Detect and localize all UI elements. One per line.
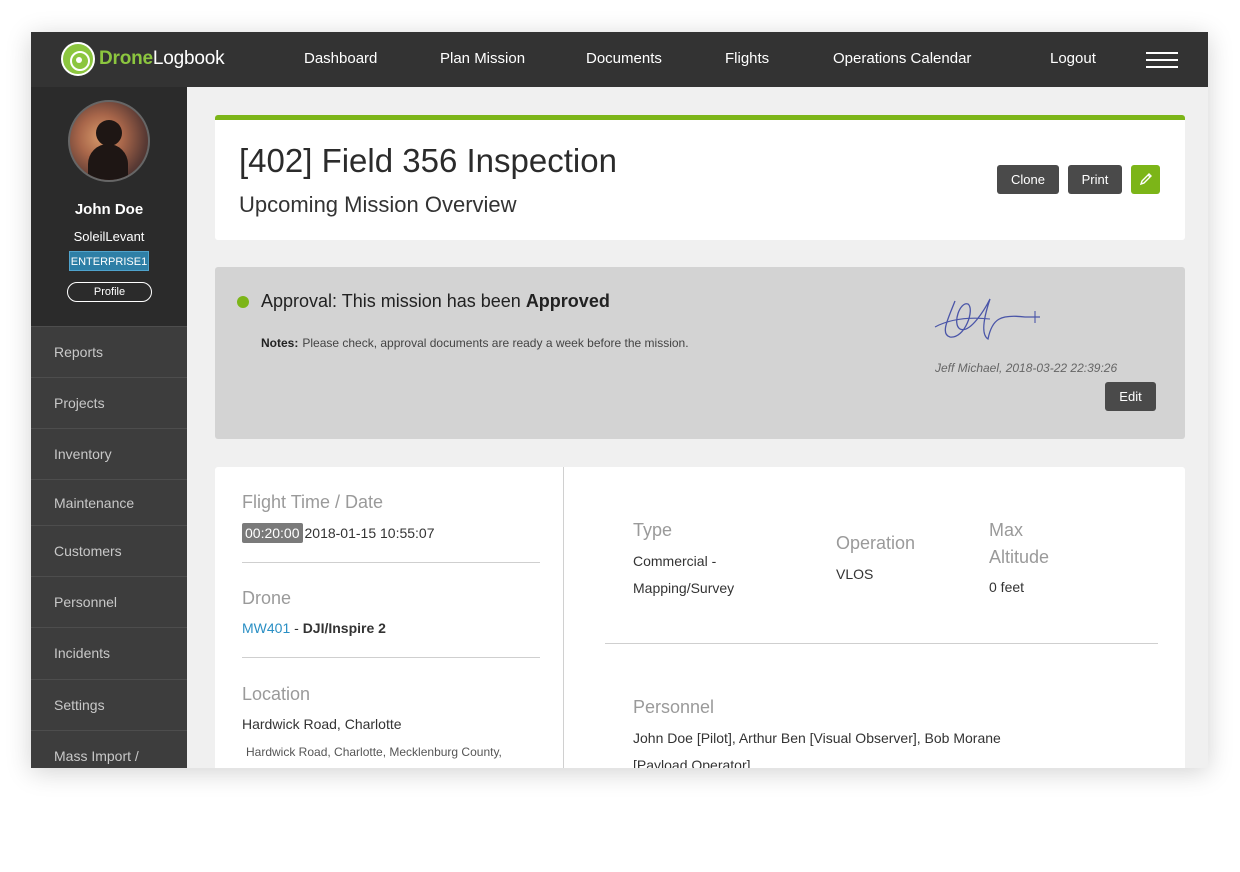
profile-button[interactable]: Profile xyxy=(67,282,152,302)
app-window: DroneLogbook Dashboard Plan Mission Docu… xyxy=(31,32,1208,768)
brand-name: DroneLogbook xyxy=(99,48,225,70)
sidebar-item-mass-import[interactable]: Mass Import / xyxy=(31,730,187,768)
sidebar-item-projects[interactable]: Projects xyxy=(31,377,187,428)
sidebar-item-customers[interactable]: Customers xyxy=(31,525,187,576)
personnel-label: Personnel xyxy=(633,697,715,717)
user-name: John Doe xyxy=(74,201,144,218)
sidebar-item-reports[interactable]: Reports xyxy=(31,326,187,377)
type-value-line2: Mapping/Survey xyxy=(633,580,735,596)
drone-value: MW401 - DJI/Inspire 2 xyxy=(242,615,386,642)
nav-dashboard[interactable]: Dashboard xyxy=(304,50,377,67)
brand-name-part1: Drone xyxy=(99,48,153,69)
divider xyxy=(605,643,1158,644)
location-value: Hardwick Road, Charlotte xyxy=(242,716,402,732)
sidebar-item-inventory[interactable]: Inventory xyxy=(31,428,187,479)
drone-id-link[interactable]: MW401 xyxy=(242,620,290,636)
location-label: Location xyxy=(242,684,311,704)
sidebar-item-settings[interactable]: Settings xyxy=(31,679,187,730)
sidebar: John Doe SoleilLevant ENTERPRISE1 Profil… xyxy=(31,87,187,768)
page-subtitle: Upcoming Mission Overview xyxy=(239,192,517,217)
clone-button[interactable]: Clone xyxy=(997,165,1059,194)
flight-datetime: 2018-01-15 10:55:07 xyxy=(304,525,435,541)
sidebar-item-personnel[interactable]: Personnel xyxy=(31,576,187,627)
brand-name-part2: Logbook xyxy=(152,48,225,69)
hamburger-bar xyxy=(1146,66,1178,68)
drone-label: Drone xyxy=(242,588,292,608)
divider xyxy=(242,562,540,563)
page-title: [402] Field 356 Inspection xyxy=(239,142,617,179)
divider xyxy=(242,657,540,658)
edit-approval-button[interactable]: Edit xyxy=(1105,382,1156,411)
approval-panel: Approval: This mission has been Approved… xyxy=(215,267,1185,439)
column-divider xyxy=(563,467,564,768)
pencil-icon xyxy=(1139,173,1152,186)
flight-time-label: Flight Time / Date xyxy=(242,492,384,512)
flight-time-value: 00:20:00 2018-01-15 10:55:07 xyxy=(242,520,435,547)
mission-header-card: [402] Field 356 Inspection Upcoming Miss… xyxy=(215,115,1185,240)
approval-status-value: Approved xyxy=(525,291,610,311)
hamburger-menu-icon[interactable] xyxy=(1146,52,1178,68)
avatar[interactable] xyxy=(68,100,150,182)
approver-signature-info: Jeff Michael, 2018-03-22 22:39:26 xyxy=(935,361,1118,375)
print-button[interactable]: Print xyxy=(1068,165,1122,194)
drone-separator: - xyxy=(290,620,303,636)
plan-badge: ENTERPRISE1 xyxy=(69,251,149,271)
notes-text: Please check, approval documents are rea… xyxy=(302,336,689,350)
top-navbar: DroneLogbook Dashboard Plan Mission Docu… xyxy=(31,32,1208,87)
max-altitude-label-line2: Altitude xyxy=(989,547,1050,567)
location-full-address: Hardwick Road, Charlotte, Mecklenburg Co… xyxy=(246,745,502,759)
approval-status: Approval: This mission has been Approved xyxy=(261,291,610,312)
type-value-line1: Commercial - xyxy=(633,553,717,569)
operation-value: VLOS xyxy=(836,566,874,582)
hamburger-bar xyxy=(1146,52,1178,54)
personnel-value-line1: John Doe [Pilot], Arthur Ben [Visual Obs… xyxy=(633,730,1001,746)
sidebar-item-incidents[interactable]: Incidents xyxy=(31,627,187,678)
operation-label: Operation xyxy=(836,533,916,553)
sidebar-item-maintenance[interactable]: Maintenance xyxy=(31,479,187,525)
nav-logout[interactable]: Logout xyxy=(1050,50,1096,67)
drone-model: DJI/Inspire 2 xyxy=(302,620,386,636)
edit-mission-button[interactable] xyxy=(1131,165,1160,194)
notes-label: Notes: xyxy=(261,336,299,350)
user-profile-panel: John Doe SoleilLevant ENTERPRISE1 Profil… xyxy=(31,87,187,326)
avatar-head xyxy=(96,120,122,146)
nav-documents[interactable]: Documents xyxy=(586,50,662,67)
max-altitude-label-line1: Max xyxy=(989,520,1024,540)
brand-logo[interactable]: DroneLogbook xyxy=(61,41,225,77)
personnel-value-line2: [Payload Operator] xyxy=(633,757,751,768)
nav-operations-calendar[interactable]: Operations Calendar xyxy=(833,50,971,67)
nav-plan-mission[interactable]: Plan Mission xyxy=(440,50,525,67)
approval-notes: Notes: Please check, approval documents a… xyxy=(261,336,689,350)
signature-image xyxy=(934,298,1040,341)
type-label: Type xyxy=(633,520,673,540)
hamburger-bar xyxy=(1146,59,1178,61)
avatar-body xyxy=(88,144,128,180)
flight-duration: 00:20:00 xyxy=(242,523,303,543)
mission-details-card: Flight Time / Date 00:20:00 2018-01-15 10… xyxy=(215,467,1185,768)
max-altitude-value: 0 feet xyxy=(989,579,1025,595)
user-handle: SoleilLevant xyxy=(73,229,145,244)
approved-status-dot-icon xyxy=(237,296,249,308)
approval-prefix: Approval: This mission has been xyxy=(261,291,526,311)
drone-logo-icon xyxy=(61,42,95,76)
nav-flights[interactable]: Flights xyxy=(725,50,769,67)
